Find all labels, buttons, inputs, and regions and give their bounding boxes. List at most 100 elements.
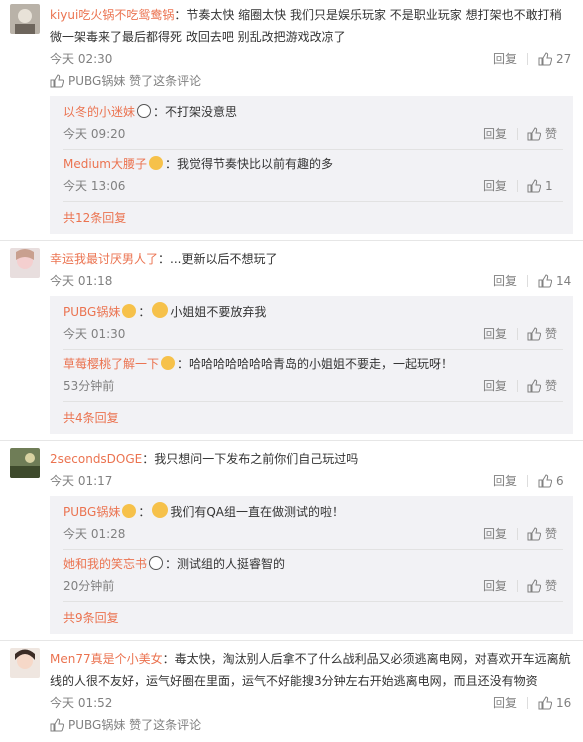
reply-button[interactable]: 回复 (493, 692, 517, 714)
divider (517, 580, 518, 592)
comment-username[interactable]: 2secondsDOGE (50, 452, 142, 466)
divider (0, 240, 583, 241)
reply-item: Medium大腰子 ：我觉得节奏快比以前有趣的多 今天 13:06 回复 1 (63, 153, 573, 197)
like-button[interactable]: 赞 (527, 523, 557, 545)
thumbs-up-icon (538, 274, 552, 288)
divider (63, 201, 563, 202)
divider (63, 349, 563, 350)
reply-button[interactable]: 回复 (483, 175, 507, 197)
divider (0, 440, 583, 441)
thumbs-up-icon (538, 696, 552, 710)
reply-item: 草莓樱桃了解一下 ：哈哈哈哈哈哈哈青岛的小姐姐不要走，一起玩呀！ 53分钟前 回复… (63, 353, 573, 397)
liked-by-text: PUBG锅妹 赞了这条评论 (68, 74, 202, 88)
vip-badge-icon (148, 156, 163, 170)
divider (517, 380, 518, 392)
like-button[interactable]: 16 (538, 692, 571, 714)
reply-username[interactable]: Medium大腰子 (63, 157, 147, 171)
thumbs-up-icon (527, 327, 541, 341)
reply-time: 今天 13:06 (63, 179, 126, 193)
avatar[interactable] (10, 4, 40, 34)
like-button[interactable]: 14 (538, 270, 571, 292)
reply-username[interactable]: 她和我的笑忘书 (63, 557, 147, 571)
comment-username[interactable]: 幸运我最讨厌男人了 (50, 252, 158, 266)
like-button[interactable]: 27 (538, 48, 571, 70)
thumbs-up-icon (50, 74, 64, 88)
like-label: 赞 (545, 327, 558, 341)
reply-button[interactable]: 回复 (493, 470, 517, 492)
more-replies-link[interactable]: 共9条回复 (63, 607, 119, 629)
vip-badge-icon (122, 304, 137, 318)
more-replies-link[interactable]: 共12条回复 (63, 207, 126, 229)
thumbs-up-icon (527, 127, 541, 141)
divider (527, 53, 528, 65)
comment-time: 今天 01:18 (50, 274, 113, 288)
like-count: 27 (556, 52, 572, 66)
like-button[interactable]: 1 (527, 175, 553, 197)
divider (517, 128, 518, 140)
reply-item: PUBG锅妹：我们有QA组一直在做测试的啦！ 今天 01:28 回复 赞 (63, 501, 573, 545)
reply-button[interactable]: 回复 (483, 375, 507, 397)
liked-by-row: PUBG锅妹 赞了这条评论 (50, 70, 573, 92)
like-button[interactable]: 赞 (527, 123, 557, 145)
vip-badge-icon (161, 356, 176, 370)
thumbs-up-icon (538, 52, 552, 66)
comment-time: 今天 02:30 (50, 52, 113, 66)
divider (63, 601, 563, 602)
reply-username[interactable]: 草莓樱桃了解一下 (63, 357, 159, 371)
reply-item: PUBG锅妹：小姐姐不要放弃我 今天 01:30 回复 赞 (63, 301, 573, 345)
divider (527, 275, 528, 287)
divider (517, 180, 518, 192)
like-label: 赞 (545, 579, 558, 593)
avatar[interactable] (10, 648, 40, 678)
comment-meta: 今天 02:30 回复 27 (50, 48, 573, 70)
avatar[interactable] (10, 248, 40, 278)
like-count: 1 (545, 179, 553, 193)
reply-time: 今天 09:20 (63, 127, 126, 141)
divider (527, 697, 528, 709)
reply-button[interactable]: 回复 (483, 323, 507, 345)
thumbs-up-icon (527, 579, 541, 593)
divider (63, 149, 563, 150)
like-button[interactable]: 赞 (527, 575, 557, 597)
reply-button[interactable]: 回复 (483, 575, 507, 597)
reply-time: 今天 01:28 (63, 527, 126, 541)
comment-time: 今天 01:17 (50, 474, 113, 488)
reply-time: 20分钟前 (63, 579, 115, 593)
like-count: 14 (556, 274, 572, 288)
thumbs-up-icon (527, 379, 541, 393)
like-count: 6 (556, 474, 564, 488)
divider (517, 328, 518, 340)
crying-face-icon (152, 502, 169, 518)
panda-icon (149, 556, 164, 570)
reply-username[interactable]: PUBG锅妹 (63, 505, 120, 519)
crying-face-icon (152, 302, 169, 318)
reply-username[interactable]: PUBG锅妹 (63, 305, 120, 319)
reply-username[interactable]: 以冬的小迷妹 (63, 105, 135, 119)
like-button[interactable]: 6 (538, 470, 564, 492)
reply-button[interactable]: 回复 (483, 523, 507, 545)
more-replies-link[interactable]: 共4条回复 (63, 407, 119, 429)
reply-item: 以冬的小迷妹 ：不打架没意思 今天 09:20 回复 赞 (63, 101, 573, 145)
reply-time: 今天 01:30 (63, 327, 126, 341)
avatar[interactable] (10, 448, 40, 478)
liked-by-text: PUBG锅妹 赞了这条评论 (68, 718, 202, 732)
reply-button[interactable]: 回复 (493, 270, 517, 292)
comment-time: 今天 01:52 (50, 696, 113, 710)
reply-button[interactable]: 回复 (483, 123, 507, 145)
like-button[interactable]: 赞 (527, 375, 557, 397)
thumbs-up-icon (50, 718, 64, 732)
reply-box: PUBG锅妹：我们有QA组一直在做测试的啦！ 今天 01:28 回复 赞 她和我… (50, 496, 573, 634)
divider (527, 475, 528, 487)
thumbs-up-icon (538, 474, 552, 488)
divider (63, 401, 563, 402)
reply-button[interactable]: 回复 (493, 48, 517, 70)
comment-username[interactable]: Men77真是个小美女 (50, 652, 163, 666)
like-label: 赞 (545, 127, 558, 141)
thumbs-up-icon (527, 527, 541, 541)
thumbs-up-icon (527, 179, 541, 193)
like-count: 16 (556, 696, 572, 710)
reply-box: PUBG锅妹：小姐姐不要放弃我 今天 01:30 回复 赞 草莓樱桃了解一下 ：哈… (50, 296, 573, 434)
reply-time: 53分钟前 (63, 379, 115, 393)
like-button[interactable]: 赞 (527, 323, 557, 345)
comment-username[interactable]: kiyui吃火锅不吃鸳鸯锅 (50, 8, 174, 22)
